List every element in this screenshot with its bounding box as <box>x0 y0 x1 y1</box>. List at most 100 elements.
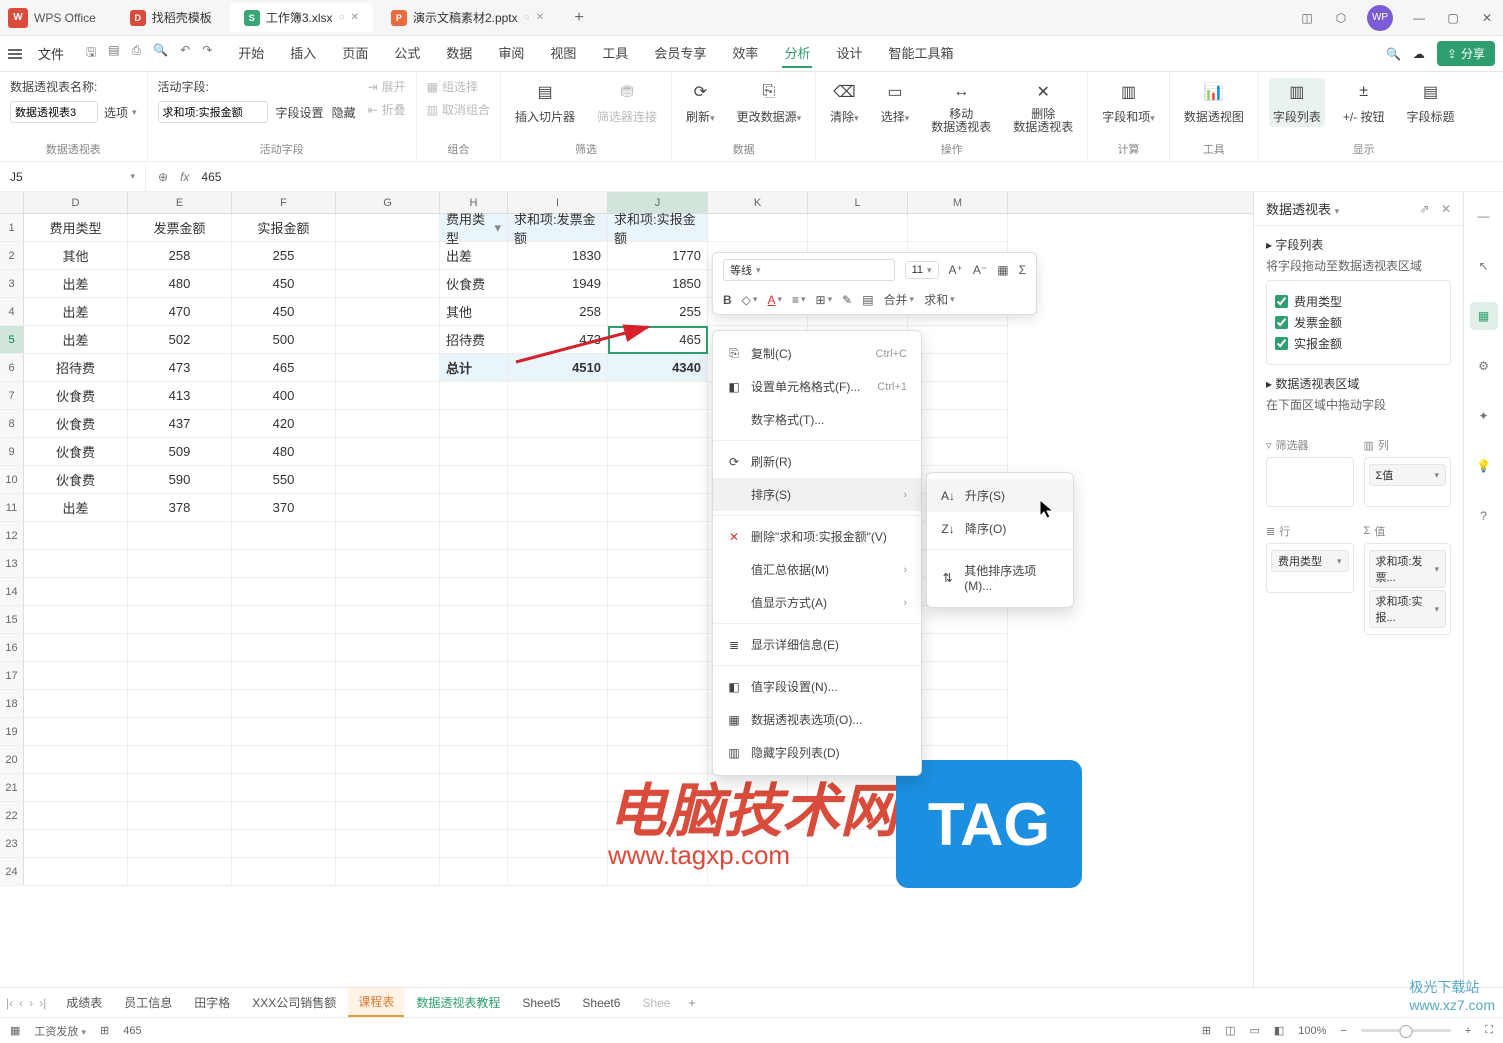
cell[interactable]: 420 <box>232 410 336 438</box>
cell[interactable] <box>908 354 1008 382</box>
cell[interactable] <box>24 634 128 662</box>
row-header[interactable]: 9 <box>0 438 24 466</box>
save-icon[interactable]: 🖫 <box>86 43 96 64</box>
cell[interactable] <box>908 830 1008 858</box>
cell[interactable]: 伙食费 <box>440 270 508 298</box>
cell[interactable]: 1770 <box>608 242 708 270</box>
cell[interactable] <box>128 774 232 802</box>
row-header[interactable]: 10 <box>0 466 24 494</box>
cell[interactable] <box>440 410 508 438</box>
cell[interactable] <box>808 802 908 830</box>
cell[interactable] <box>24 550 128 578</box>
calc-field-button[interactable]: ▥字段和项▾ <box>1098 78 1159 127</box>
cell[interactable]: 其他 <box>24 242 128 270</box>
cell[interactable] <box>128 718 232 746</box>
sheet-tab[interactable]: XXX公司销售额 <box>242 989 346 1016</box>
menu-tab[interactable]: 工具 <box>600 39 630 68</box>
cell[interactable] <box>908 802 1008 830</box>
cell[interactable] <box>232 634 336 662</box>
cell[interactable]: 413 <box>128 382 232 410</box>
status-layout-icon[interactable]: ▦ <box>10 1024 20 1037</box>
add-sheet-button[interactable]: + <box>688 996 695 1010</box>
menu-tab[interactable]: 数据 <box>444 39 474 68</box>
menu-file[interactable]: 文件 <box>30 40 72 67</box>
cell[interactable] <box>440 774 508 802</box>
row-header[interactable]: 17 <box>0 662 24 690</box>
cell[interactable] <box>232 662 336 690</box>
cell[interactable] <box>440 802 508 830</box>
sheet-tab[interactable]: 成绩表 <box>56 989 112 1016</box>
fill-color-button[interactable]: ◇▾ <box>742 293 758 307</box>
field-checkbox[interactable]: 发票金额 <box>1275 314 1442 331</box>
cell[interactable] <box>440 522 508 550</box>
cell[interactable] <box>608 858 708 886</box>
row-header[interactable]: 20 <box>0 746 24 774</box>
wrap-icon[interactable]: ▤ <box>862 293 873 307</box>
cell[interactable] <box>508 662 608 690</box>
cell[interactable] <box>608 382 708 410</box>
column-header[interactable]: D <box>24 192 128 213</box>
minimize-icon[interactable]: — <box>1411 10 1427 26</box>
preview-icon[interactable]: 🔍 <box>153 43 168 64</box>
sum-icon[interactable]: Σ <box>1019 263 1026 277</box>
bulb-icon[interactable]: 💡 <box>1470 452 1498 480</box>
cell[interactable] <box>908 690 1008 718</box>
cell[interactable] <box>336 242 440 270</box>
cell[interactable] <box>908 438 1008 466</box>
search-icon[interactable]: 🔍 <box>1386 47 1401 61</box>
cell[interactable]: 出差 <box>24 494 128 522</box>
ctx-format-cells[interactable]: ◧设置单元格格式(F)...Ctrl+1 <box>713 370 921 403</box>
cell[interactable] <box>232 718 336 746</box>
add-tab-button[interactable]: + <box>570 9 588 27</box>
cell[interactable] <box>608 410 708 438</box>
cell[interactable]: 465 <box>608 326 708 354</box>
cell[interactable] <box>24 522 128 550</box>
ctx-delete-field[interactable]: ✕删除"求和项:实报金额"(V) <box>713 520 921 553</box>
cell[interactable] <box>508 830 608 858</box>
cell[interactable] <box>908 410 1008 438</box>
cell[interactable] <box>908 718 1008 746</box>
view-read-icon[interactable]: ◧ <box>1274 1024 1284 1037</box>
cell[interactable] <box>336 830 440 858</box>
cell[interactable]: 590 <box>128 466 232 494</box>
pivot-chart-button[interactable]: 📊数据透视图 <box>1180 78 1248 127</box>
row-header[interactable]: 12 <box>0 522 24 550</box>
cell[interactable] <box>508 466 608 494</box>
delete-button[interactable]: ✕删除 数据透视表 <box>1009 78 1077 136</box>
options-button[interactable]: 选项▾ <box>104 101 137 123</box>
chevron-down-icon[interactable]: ▾ <box>130 171 135 182</box>
menu-tab[interactable]: 页面 <box>340 39 370 68</box>
cell[interactable] <box>232 858 336 886</box>
cell[interactable]: 伙食费 <box>24 438 128 466</box>
row-header[interactable]: 14 <box>0 578 24 606</box>
cell[interactable] <box>908 858 1008 886</box>
pin-icon[interactable]: ⇗ <box>1420 202 1430 216</box>
cell[interactable] <box>508 550 608 578</box>
ctx-copy[interactable]: ⎘复制(C)Ctrl+C <box>713 337 921 370</box>
cell[interactable] <box>508 746 608 774</box>
cell[interactable] <box>24 690 128 718</box>
row-header[interactable]: 15 <box>0 606 24 634</box>
cell[interactable] <box>808 830 908 858</box>
formula-value[interactable]: 465 <box>201 170 221 184</box>
cell[interactable] <box>440 578 508 606</box>
cell[interactable] <box>232 690 336 718</box>
cell[interactable] <box>128 830 232 858</box>
clear-button[interactable]: ⌫清除▾ <box>826 78 863 127</box>
cell[interactable] <box>128 802 232 830</box>
cell[interactable] <box>440 550 508 578</box>
nav-first-icon[interactable]: |‹ <box>6 996 13 1010</box>
close-icon[interactable]: ✕ <box>1441 202 1451 216</box>
cell[interactable] <box>336 606 440 634</box>
cell[interactable]: 费用类型 ▾ <box>440 214 508 242</box>
cell[interactable] <box>908 746 1008 774</box>
cell[interactable] <box>336 494 440 522</box>
increase-font-icon[interactable]: A⁺ <box>949 263 963 277</box>
cell[interactable] <box>508 410 608 438</box>
cell[interactable] <box>608 718 708 746</box>
cell[interactable] <box>336 578 440 606</box>
cell[interactable] <box>440 382 508 410</box>
menu-tab-active[interactable]: 分析 <box>782 39 812 68</box>
sort-more[interactable]: ⇅其他排序选项(M)... <box>927 554 1073 601</box>
row-header[interactable]: 5 <box>0 326 24 354</box>
